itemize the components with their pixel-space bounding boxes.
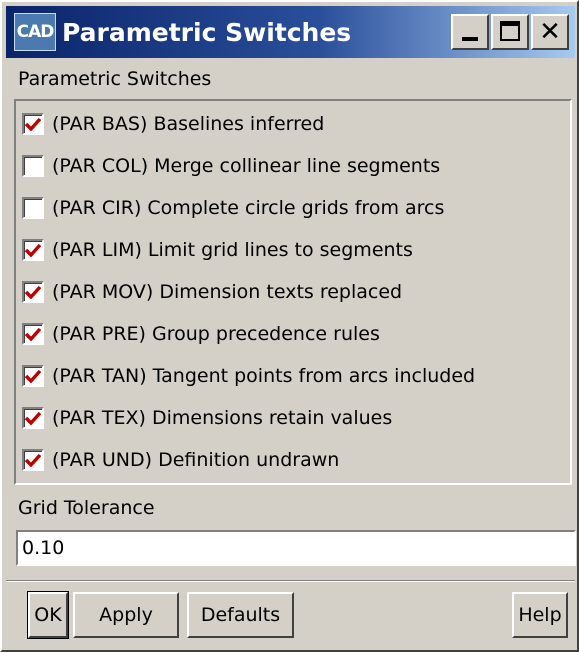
check-mark-icon	[25, 453, 41, 467]
window-controls: ✕	[451, 14, 569, 50]
checkbox[interactable]	[22, 155, 44, 177]
check-mark-icon	[25, 243, 41, 257]
switch-item-mov[interactable]: (PAR MOV) Dimension texts replaced	[22, 277, 402, 307]
minimize-button[interactable]	[451, 14, 489, 50]
switch-item-pre[interactable]: (PAR PRE) Group precedence rules	[22, 319, 380, 349]
switch-label: (PAR TEX) Dimensions retain values	[52, 407, 393, 429]
title-bar[interactable]: CAD Parametric Switches ✕	[6, 6, 575, 58]
switch-label: (PAR PRE) Group precedence rules	[52, 323, 380, 345]
checkbox[interactable]	[22, 365, 44, 387]
minimize-icon	[462, 37, 478, 41]
checkbox[interactable]	[22, 239, 44, 261]
switch-item-tex[interactable]: (PAR TEX) Dimensions retain values	[22, 403, 392, 433]
switch-item-lim[interactable]: (PAR LIM) Limit grid lines to segments	[22, 235, 413, 265]
checkbox[interactable]	[22, 449, 44, 471]
close-button[interactable]: ✕	[531, 14, 569, 50]
switch-item-bas[interactable]: (PAR BAS) Baselines inferred	[22, 109, 324, 139]
window-title: Parametric Switches	[62, 17, 352, 47]
switches-section-label: Parametric Switches	[18, 68, 212, 90]
switch-label: (PAR UND) Definition undrawn	[52, 449, 340, 471]
switch-item-col[interactable]: (PAR COL) Merge collinear line segments	[22, 151, 440, 181]
check-mark-icon	[25, 369, 41, 383]
switch-item-und[interactable]: (PAR UND) Definition undrawn	[22, 445, 339, 475]
apply-button[interactable]: Apply	[73, 592, 179, 638]
checkbox[interactable]	[22, 197, 44, 219]
switch-label: (PAR TAN) Tangent points from arcs inclu…	[52, 365, 476, 387]
ok-button[interactable]: OK	[27, 591, 69, 639]
check-mark-icon	[25, 327, 41, 341]
switch-label: (PAR CIR) Complete circle grids from arc…	[52, 197, 445, 219]
switches-panel: (PAR BAS) Baselines inferred (PAR COL) M…	[14, 99, 572, 485]
grid-tolerance-input[interactable]	[16, 530, 576, 566]
check-mark-icon	[25, 411, 41, 425]
maximize-button[interactable]	[491, 14, 529, 50]
switch-item-cir[interactable]: (PAR CIR) Complete circle grids from arc…	[22, 193, 444, 223]
checkbox[interactable]	[22, 113, 44, 135]
close-icon: ✕	[539, 17, 561, 47]
switch-label: (PAR COL) Merge collinear line segments	[52, 155, 441, 177]
grid-tolerance-label: Grid Tolerance	[18, 497, 155, 519]
divider	[6, 580, 575, 582]
parametric-switches-dialog: CAD Parametric Switches ✕ Parametric Swi…	[0, 0, 579, 652]
switch-label: (PAR BAS) Baselines inferred	[52, 113, 325, 135]
help-button[interactable]: Help	[512, 592, 568, 638]
switch-label: (PAR LIM) Limit grid lines to segments	[52, 239, 413, 261]
switch-label: (PAR MOV) Dimension texts replaced	[52, 281, 403, 303]
check-mark-icon	[25, 285, 41, 299]
cad-icon: CAD	[14, 13, 56, 51]
checkbox[interactable]	[22, 407, 44, 429]
checkbox[interactable]	[22, 281, 44, 303]
checkbox[interactable]	[22, 323, 44, 345]
switch-item-tan[interactable]: (PAR TAN) Tangent points from arcs inclu…	[22, 361, 475, 391]
check-mark-icon	[25, 117, 41, 131]
defaults-button[interactable]: Defaults	[187, 592, 294, 638]
maximize-icon	[500, 21, 520, 41]
